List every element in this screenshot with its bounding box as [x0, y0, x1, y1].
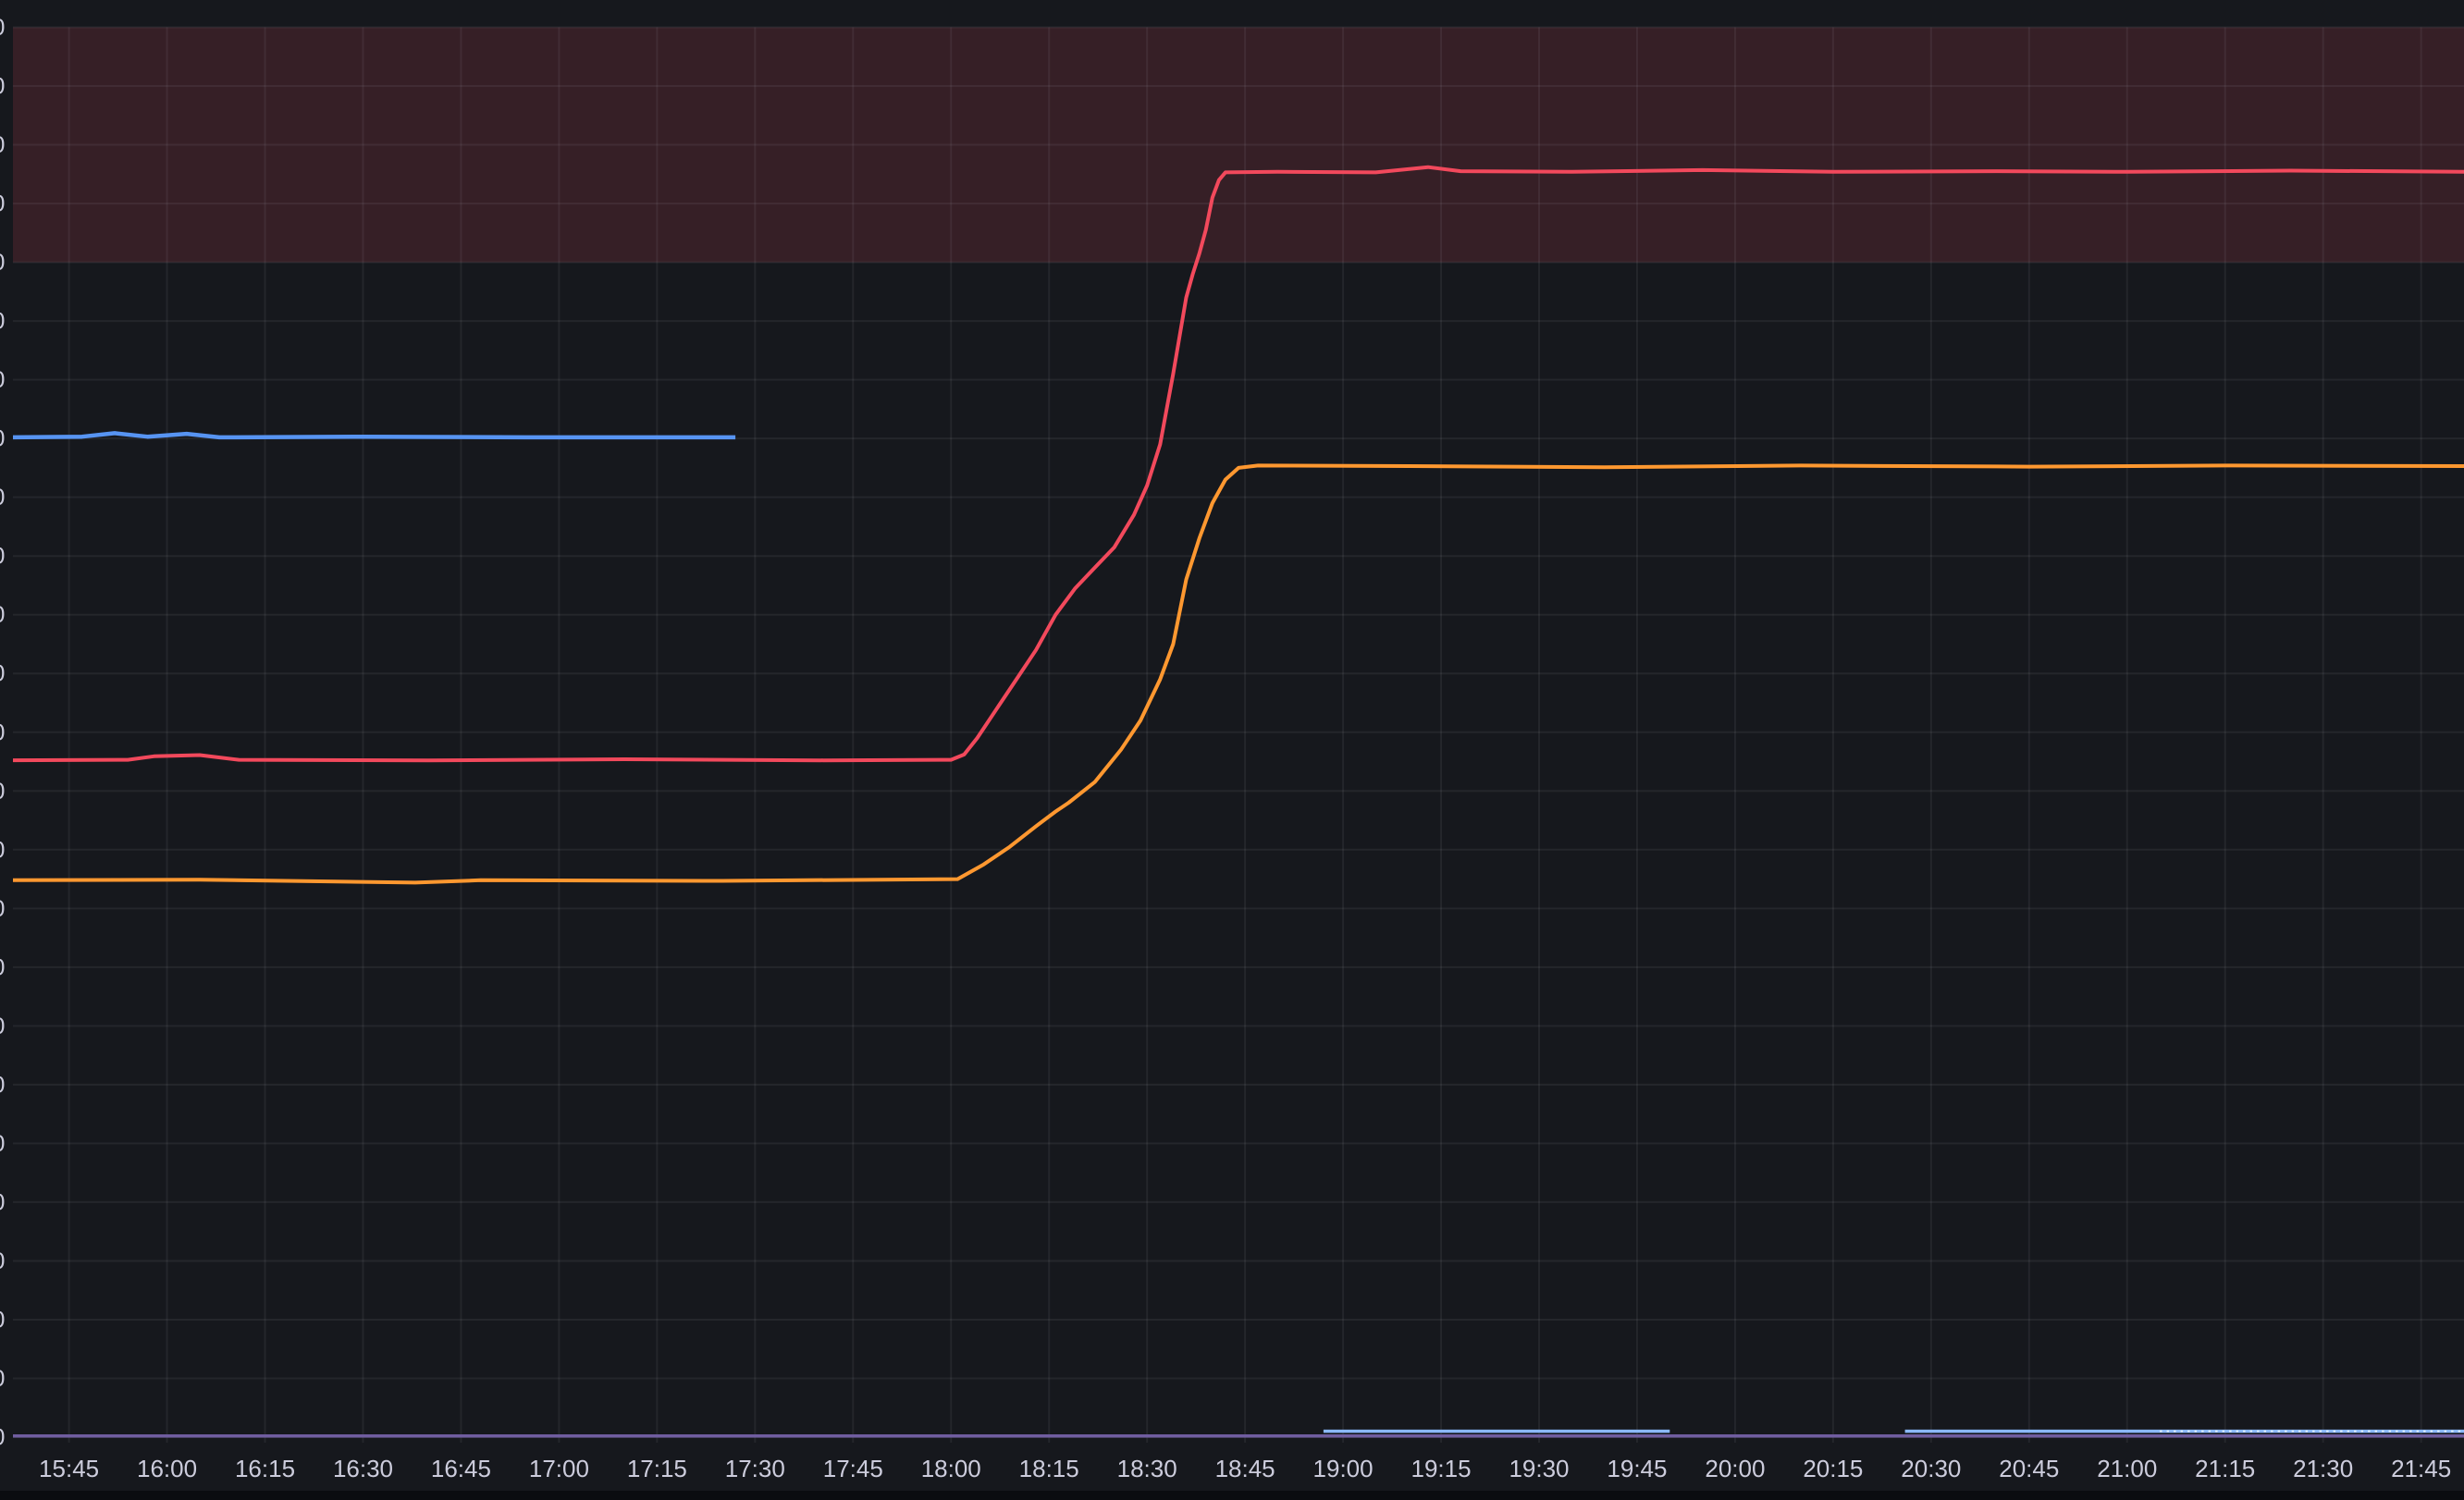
y-axis-label-fragment: 0	[0, 74, 5, 100]
y-axis-label-fragment: 0	[0, 1072, 5, 1098]
x-axis-label: 20:30	[1901, 1455, 1961, 1482]
x-axis-label: 21:15	[2195, 1455, 2255, 1482]
x-axis-label: 20:45	[1999, 1455, 2059, 1482]
y-axis-label-fragment: 0	[0, 250, 5, 276]
y-axis-label-fragment: 0	[0, 779, 5, 805]
x-axis-label: 21:00	[2097, 1455, 2157, 1482]
y-axis-label-fragment: 0	[0, 896, 5, 922]
y-axis-label-fragment: 0	[0, 132, 5, 158]
x-axis-label: 18:15	[1019, 1455, 1079, 1482]
x-axis-label: 18:00	[921, 1455, 981, 1482]
grafana-time-series-panel: 15:45 16:00 16:15 16:30 16:45 17:00 17:15 17:30…	[0, 0, 2464, 1500]
y-axis-label-fragment: 0	[0, 837, 5, 863]
y-axis-label-fragment: 0	[0, 15, 5, 41]
x-axis-label: 18:30	[1117, 1455, 1177, 1482]
y-axis-label-fragment: 0	[0, 1307, 5, 1333]
x-axis-label: 16:30	[333, 1455, 393, 1482]
y-axis-clipped-labels: 0 0 0 0 0 0 0 0 0 0 0 0 0 0 0 0 0 0 0 0 0 0 0 0 0	[0, 15, 5, 1451]
x-axis-label: 16:15	[235, 1455, 295, 1482]
y-axis-label-fragment: 0	[0, 485, 5, 510]
x-axis-label: 16:45	[431, 1455, 491, 1482]
chart-canvas[interactable]: 15:45 16:00 16:15 16:30 16:45 17:00 17:15 17:30…	[0, 0, 2464, 1500]
y-axis-label-fragment: 0	[0, 1189, 5, 1215]
x-axis-labels: 15:45 16:00 16:15 16:30 16:45 17:00 17:15 17:30…	[39, 1455, 2451, 1482]
y-axis-label-fragment: 0	[0, 1131, 5, 1157]
x-axis-label: 19:45	[1607, 1455, 1667, 1482]
x-axis-label: 19:15	[1411, 1455, 1472, 1482]
y-axis-label-fragment: 0	[0, 367, 5, 393]
x-axis-label: 20:15	[1803, 1455, 1863, 1482]
panel-bottom-edge	[0, 1491, 2464, 1500]
x-axis-label: 20:00	[1705, 1455, 1765, 1482]
y-axis-label-fragment: 0	[0, 1366, 5, 1392]
y-axis-label-fragment: 0	[0, 1014, 5, 1039]
x-axis-label: 17:30	[725, 1455, 785, 1482]
x-axis-label: 17:00	[529, 1455, 589, 1482]
y-axis-label-fragment: 0	[0, 661, 5, 687]
y-axis-label-fragment: 0	[0, 954, 5, 980]
x-axis-label: 21:45	[2391, 1455, 2451, 1482]
y-axis-label-fragment: 0	[0, 602, 5, 628]
y-axis-label-fragment: 0	[0, 719, 5, 745]
y-axis-label-fragment: 0	[0, 191, 5, 217]
series-group	[10, 167, 2464, 1436]
y-axis-label-fragment: 0	[0, 544, 5, 570]
x-axis-label: 21:30	[2293, 1455, 2353, 1482]
bottom-edge-strip	[0, 1491, 2464, 1500]
x-axis-label: 19:00	[1313, 1455, 1374, 1482]
x-axis-label: 15:45	[39, 1455, 99, 1482]
x-axis-label: 17:15	[627, 1455, 687, 1482]
y-axis-label-fragment: 0	[0, 1425, 5, 1451]
series-blue	[10, 433, 735, 437]
y-axis-label-fragment: 0	[0, 1248, 5, 1274]
y-axis-label-fragment: 0	[0, 426, 5, 452]
x-axis-label: 18:45	[1215, 1455, 1275, 1482]
x-axis-label: 19:30	[1509, 1455, 1569, 1482]
y-axis-label-fragment: 0	[0, 309, 5, 335]
series-lines	[10, 167, 2464, 1436]
x-axis-label: 16:00	[137, 1455, 197, 1482]
x-axis-label: 17:45	[823, 1455, 883, 1482]
